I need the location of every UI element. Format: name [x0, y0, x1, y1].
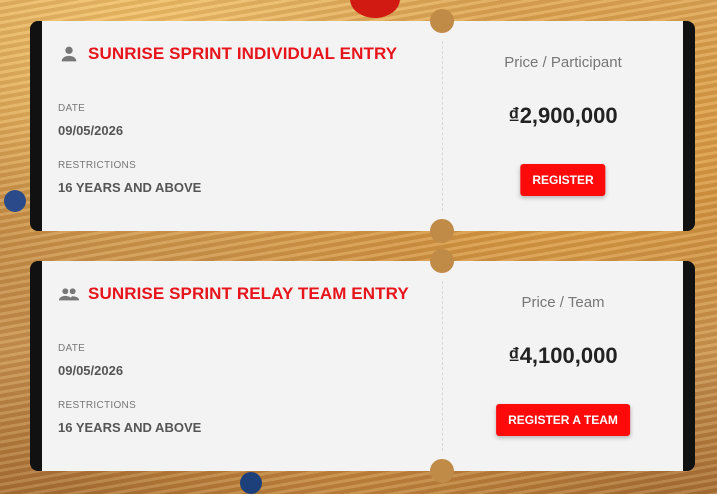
ticket-pricing: Price / Participant ₫2,900,000 REGISTER [443, 21, 683, 231]
ticket-body: SUNRISE SPRINT INDIVIDUAL ENTRY DATE 09/… [42, 21, 683, 231]
ticket-title: SUNRISE SPRINT INDIVIDUAL ENTRY [88, 44, 398, 63]
restrictions-label: RESTRICTIONS [58, 400, 137, 411]
ticket-body: SUNRISE SPRINT RELAY TEAM ENTRY DATE 09/… [42, 261, 683, 471]
ticket-pricing: Price / Team ₫4,100,000 REGISTER A TEAM [443, 261, 683, 471]
date-label: DATE [58, 103, 86, 114]
restrictions-label: RESTRICTIONS [58, 160, 137, 171]
group-icon [58, 283, 80, 305]
ticket-title: SUNRISE SPRINT RELAY TEAM ENTRY [88, 284, 409, 303]
ticket-relay-team-entry: SUNRISE SPRINT RELAY TEAM ENTRY DATE 09/… [30, 249, 695, 483]
background-swimmer [4, 190, 26, 212]
price-label: Price / Participant [504, 54, 622, 71]
ticket-details: SUNRISE SPRINT RELAY TEAM ENTRY DATE 09/… [42, 281, 443, 451]
restrictions-value: 16 YEARS AND ABOVE [58, 180, 202, 195]
date-label: DATE [58, 343, 86, 354]
restrictions-value: 16 YEARS AND ABOVE [58, 420, 202, 435]
ticket-notch [430, 219, 454, 243]
background-swimmer [240, 472, 262, 494]
ticket-title-row: SUNRISE SPRINT RELAY TEAM ENTRY [58, 283, 409, 305]
person-icon [58, 43, 80, 65]
ticket-details: SUNRISE SPRINT INDIVIDUAL ENTRY DATE 09/… [42, 41, 443, 211]
ticket-notch [430, 459, 454, 483]
register-team-button[interactable]: REGISTER A TEAM [496, 404, 630, 436]
date-value: 09/05/2026 [58, 123, 124, 138]
date-value: 09/05/2026 [58, 363, 124, 378]
ticket-notch [430, 9, 454, 33]
price-value: ₫2,900,000 [508, 103, 618, 128]
price-value: ₫4,100,000 [508, 343, 618, 368]
ticket-notch [430, 249, 454, 273]
price-label: Price / Team [521, 294, 605, 311]
ticket-title-row: SUNRISE SPRINT INDIVIDUAL ENTRY [58, 43, 397, 65]
ticket-individual-entry: SUNRISE SPRINT INDIVIDUAL ENTRY DATE 09/… [30, 9, 695, 243]
register-button[interactable]: REGISTER [520, 164, 606, 196]
